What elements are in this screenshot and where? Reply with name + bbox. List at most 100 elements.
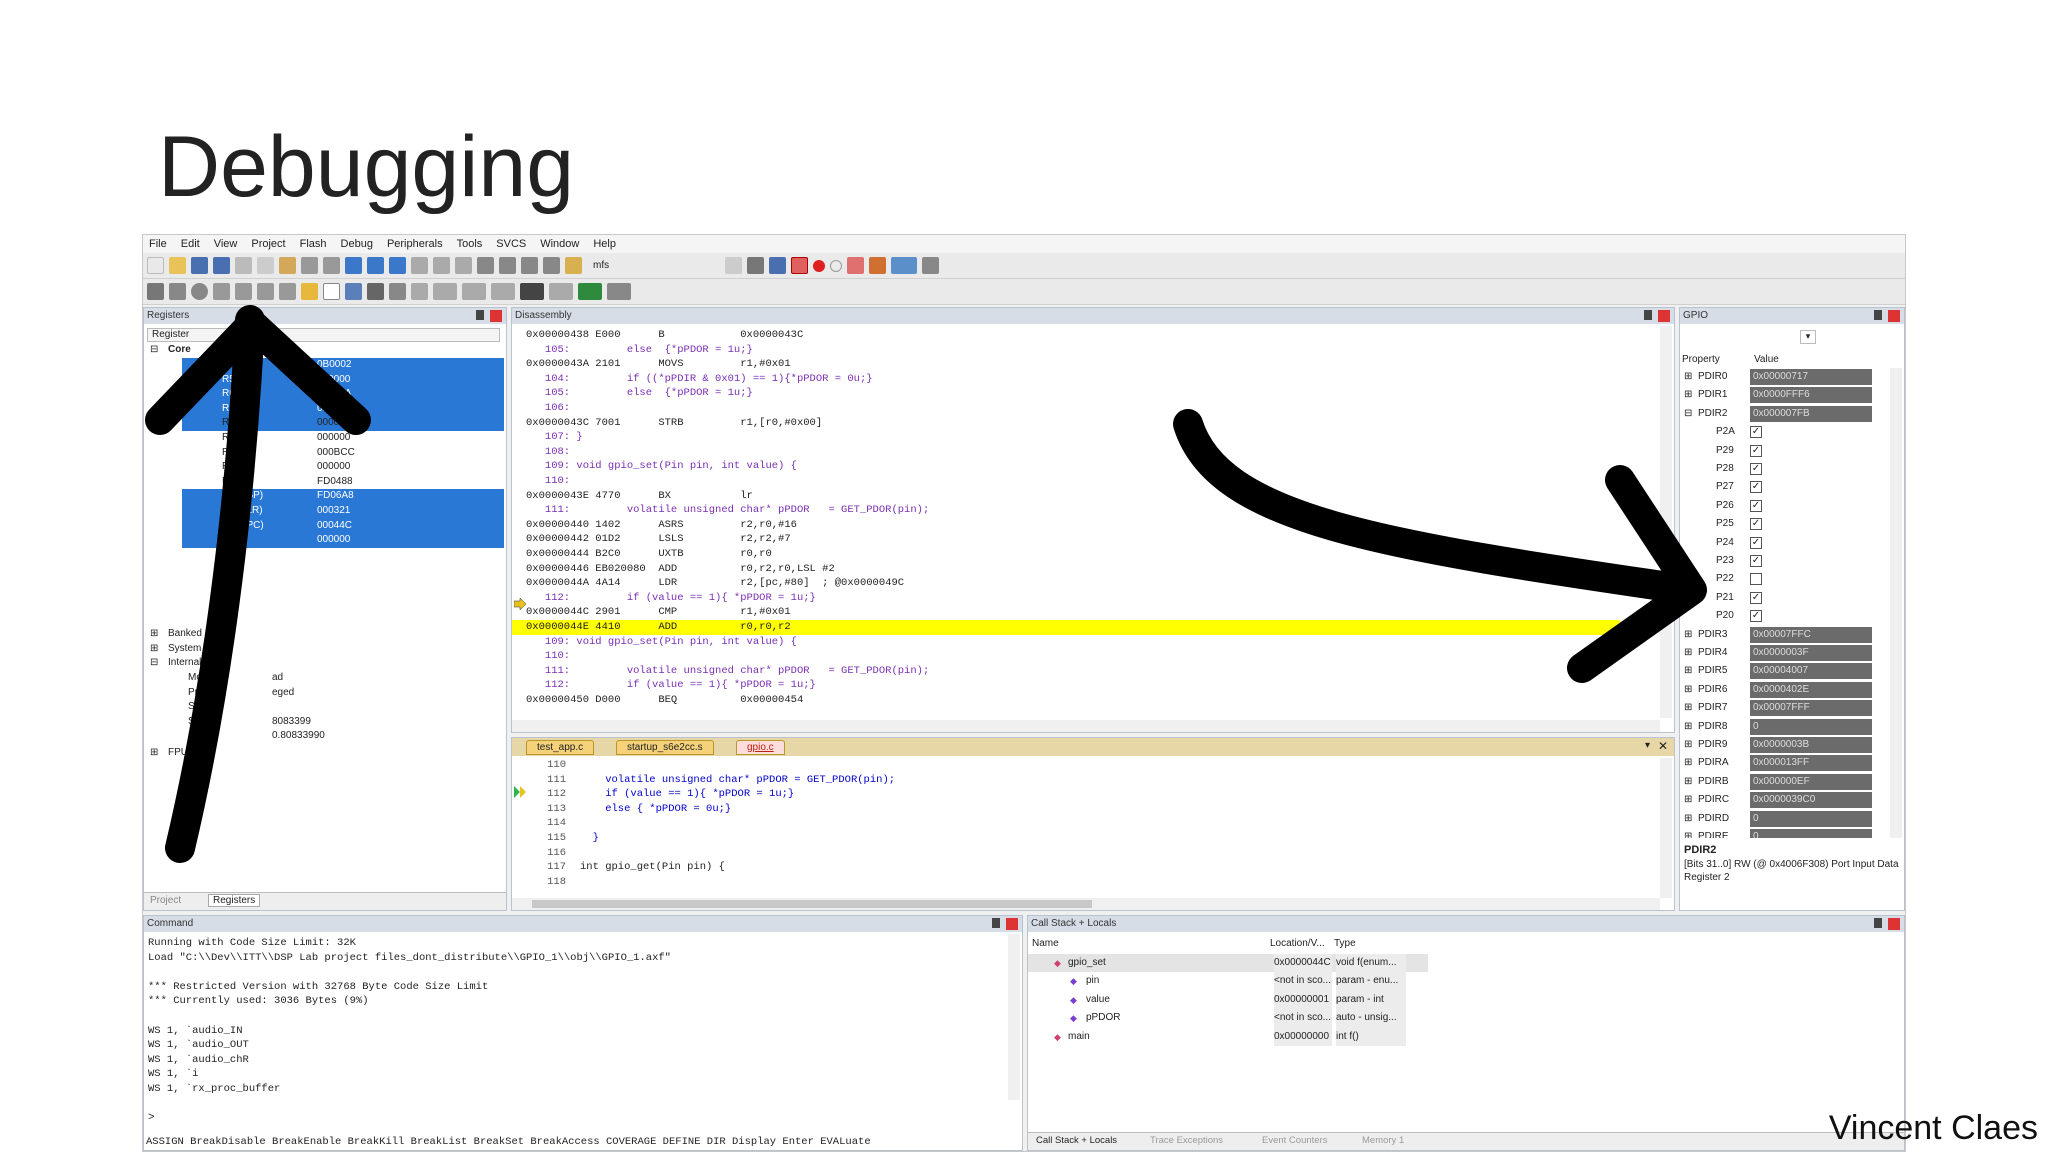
gpio-row[interactable]: ⊞ PDIRA 0x000013FF: [1680, 754, 1890, 772]
menu-item-edit[interactable]: Edit: [181, 238, 200, 250]
cut-icon[interactable]: [235, 257, 252, 274]
close-icon[interactable]: [1658, 310, 1670, 322]
register-row[interactable]: R7 010008: [182, 401, 504, 417]
gpio-row[interactable]: ⊞ PDIRC 0x0000039C0: [1680, 791, 1890, 809]
disassembly-line[interactable]: 105: else {*pPDOR = 1u;}: [526, 386, 753, 401]
show-next-statement-icon[interactable]: [301, 283, 318, 300]
tab-gpio[interactable]: gpio.c: [736, 740, 785, 755]
tree-expander[interactable]: ⊟: [1684, 405, 1692, 423]
breakpoint-disable-icon[interactable]: [830, 259, 843, 272]
gpio-row[interactable]: P28 ✓: [1680, 460, 1890, 478]
disassembly-line[interactable]: 0x00000444 B2C0 UXTB r0,r0: [526, 547, 772, 562]
gpio-prop-value[interactable]: 0x00004007: [1750, 663, 1872, 680]
rebuild-icon[interactable]: [747, 257, 765, 274]
gpio-bit-checkbox[interactable]: ✓: [1750, 426, 1762, 439]
menu-item-project[interactable]: Project: [251, 238, 285, 250]
close-icon[interactable]: [490, 310, 502, 322]
gpio-row[interactable]: P22: [1680, 570, 1890, 588]
register-group-banked[interactable]: Banked: [168, 628, 202, 639]
disassembly-line[interactable]: 0x00000450 D000 BEQ 0x00000454: [526, 693, 803, 708]
gpio-row[interactable]: ⊞ PDIR0 0x00000717: [1680, 368, 1890, 386]
command-vscrollbar[interactable]: [1008, 934, 1020, 1100]
gpio-bit-checkbox[interactable]: ✓: [1750, 555, 1762, 567]
gpio-prop-value[interactable]: 0x00000717: [1750, 369, 1872, 385]
tree-expander[interactable]: ⊟: [150, 657, 158, 668]
undo-icon[interactable]: [301, 257, 318, 274]
gpio-prop-value[interactable]: 0x0000039C0: [1750, 792, 1872, 809]
gpio-row[interactable]: P24 ✓: [1680, 534, 1890, 552]
gpio-vscrollbar[interactable]: [1890, 368, 1902, 838]
tree-expander[interactable]: ⊞: [1684, 681, 1692, 699]
gpio-bit-checkbox[interactable]: ✓: [1750, 518, 1762, 531]
step-out-icon[interactable]: [257, 283, 274, 300]
indent-icon[interactable]: [477, 257, 494, 274]
gpio-prop-value[interactable]: 0x000007FB: [1750, 405, 1872, 422]
gpio-bit-checkbox[interactable]: ✓: [1750, 463, 1762, 475]
comment-icon[interactable]: [521, 257, 538, 274]
tree-expander[interactable]: ⊞: [1684, 699, 1692, 717]
gpio-bit-checkbox[interactable]: [1750, 573, 1762, 586]
registers-window-icon[interactable]: [389, 283, 406, 300]
menu-item-file[interactable]: File: [149, 238, 167, 250]
tab-callstack-0[interactable]: Call Stack + Locals: [1032, 1135, 1121, 1146]
stop-icon[interactable]: [191, 283, 208, 300]
source-line[interactable]: 111 volatile unsigned char* pPDOR = GET_…: [526, 773, 895, 788]
tree-expander[interactable]: ⊞: [1684, 736, 1692, 754]
gpio-row[interactable]: ⊞ PDIRD 0: [1680, 810, 1890, 828]
tree-expander[interactable]: ⊞: [1684, 386, 1692, 404]
open-folder-icon[interactable]: [169, 257, 186, 274]
menu-item-peripherals[interactable]: Peripherals: [387, 238, 443, 250]
source-line[interactable]: 110: [526, 758, 580, 773]
gpio-prop-value[interactable]: 0x0000003F: [1750, 645, 1872, 661]
pin-icon[interactable]: [476, 310, 484, 320]
download-icon[interactable]: [769, 257, 787, 274]
tree-expander[interactable]: ⊞: [1684, 368, 1692, 386]
gpio-row[interactable]: ⊞ PDIR5 0x00004007: [1680, 662, 1890, 680]
gpio-row[interactable]: ⊞ PDIRE 0: [1680, 828, 1890, 838]
bookmark-prev-icon[interactable]: [411, 257, 428, 274]
gpio-bit-checkbox[interactable]: ✓: [1750, 591, 1762, 604]
pin-icon[interactable]: [1644, 310, 1652, 320]
gpio-row[interactable]: ⊞ PDIR4 0x0000003F: [1680, 644, 1890, 662]
disassembly-line[interactable]: 0x0000044E 4410 ADD r0,r0,r2: [512, 620, 1620, 635]
source-line[interactable]: 115 }: [526, 831, 599, 846]
build-icon[interactable]: [725, 257, 743, 274]
disassembly-line[interactable]: 0x00000440 1402 ASRS r2,r0,#16: [526, 518, 797, 533]
analysis-window-icon[interactable]: [520, 283, 544, 300]
tree-expander[interactable]: ⊞: [1684, 718, 1692, 736]
run-to-cursor-icon[interactable]: [279, 283, 296, 300]
gpio-row[interactable]: ⊞ PDIRB 0x000000EF: [1680, 773, 1890, 791]
tree-expander[interactable]: ⊞: [1684, 810, 1692, 828]
source-line[interactable]: 114: [526, 816, 580, 831]
command-window-icon[interactable]: [323, 283, 340, 300]
disassembly-line[interactable]: 110:: [526, 474, 570, 489]
editor-vscrollbar[interactable]: [1660, 758, 1672, 898]
save-icon[interactable]: [191, 257, 208, 274]
copy-icon[interactable]: [257, 257, 274, 274]
unindent-icon[interactable]: [499, 257, 516, 274]
gpio-bit-checkbox[interactable]: ✓: [1750, 536, 1762, 549]
bookmark-clear-icon[interactable]: [455, 257, 472, 274]
disassembly-window-icon[interactable]: [345, 283, 362, 300]
gpio-prop-value[interactable]: 0x000013FF: [1750, 755, 1872, 772]
paste-icon[interactable]: [279, 257, 296, 274]
disassembly-line[interactable]: 0x0000043E 4770 BX lr: [526, 489, 753, 504]
gpio-row[interactable]: ⊞ PDIR3 0x00007FFC: [1680, 626, 1890, 644]
gpio-row[interactable]: P26 ✓: [1680, 497, 1890, 515]
gpio-row[interactable]: ⊟ PDIR2 0x000007FB: [1680, 405, 1890, 423]
callstack-row[interactable]: ◆ pin <not in sco... param - enu...: [1028, 972, 1428, 991]
disassembly-line[interactable]: 106:: [526, 401, 570, 416]
tree-expander[interactable]: ⊞: [1684, 773, 1692, 791]
close-icon[interactable]: ✕: [1658, 739, 1668, 753]
close-icon[interactable]: [1888, 310, 1900, 322]
gpio-prop-value[interactable]: 0: [1750, 810, 1872, 827]
register-row[interactable]: R15 (PC) 00044C: [182, 518, 504, 534]
breakpoint-all-icon[interactable]: [869, 257, 887, 274]
gpio-row[interactable]: ⊞ PDIR9 0x0000003B: [1680, 736, 1890, 754]
serial-window-icon[interactable]: [491, 283, 515, 300]
disassembly-hscrollbar[interactable]: [512, 720, 1660, 732]
register-group-fpu[interactable]: FPU: [168, 747, 188, 758]
disassembly-line[interactable]: 0x0000044A 4A14 LDR r2,[pc,#80] ; @0x000…: [526, 576, 904, 591]
register-group-system[interactable]: System: [168, 643, 201, 654]
target-field[interactable]: mfs: [593, 260, 609, 271]
